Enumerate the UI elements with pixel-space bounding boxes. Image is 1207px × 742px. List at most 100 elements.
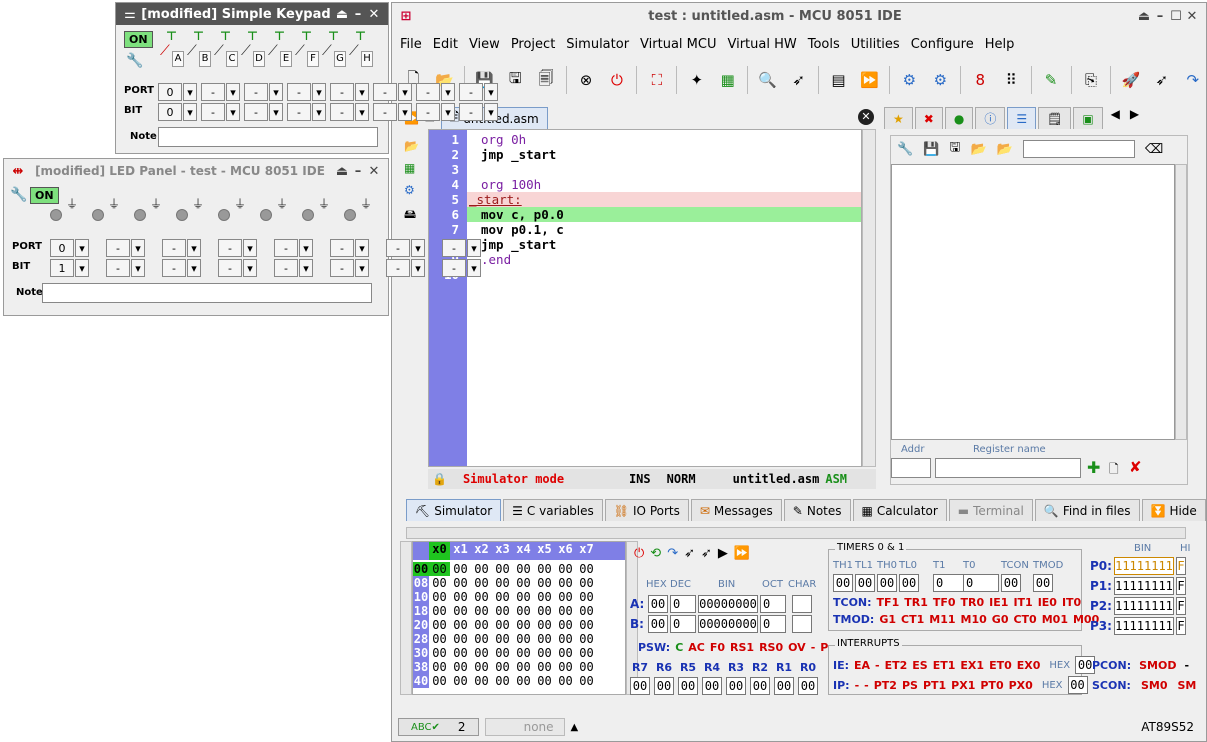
ledpanel-note-input[interactable] (42, 283, 372, 303)
memory-cell[interactable]: 00 (513, 632, 534, 646)
step-over-icon[interactable]: ↷ (1179, 67, 1206, 94)
animate-icon[interactable]: ➶ (701, 546, 712, 561)
psw-bit[interactable]: OV (788, 641, 806, 654)
ledpanel-bit-select[interactable]: - ▾ (106, 259, 146, 277)
keypad-key[interactable]: B (199, 51, 211, 67)
keypad-bit-select[interactable]: - ▾ (373, 103, 413, 121)
memory-cell[interactable]: 00 (429, 604, 450, 618)
keypad-config-icon[interactable]: 🔧 (126, 53, 143, 69)
reg-b-dec[interactable]: 0 (670, 615, 696, 633)
list-tab[interactable]: ☰ (1007, 107, 1037, 129)
tab-io-ports[interactable]: ⛓ IO Ports (604, 499, 689, 521)
open-icon[interactable]: 📂 (404, 139, 426, 153)
tcon-bit[interactable]: IE1 (989, 596, 1008, 609)
memory-cell[interactable]: 00 (534, 590, 555, 604)
add-icon[interactable]: ✚ (1087, 458, 1100, 477)
ip-bit[interactable]: PX1 (951, 679, 975, 692)
memory-cell[interactable]: 00 (534, 646, 555, 660)
memory-cell[interactable]: 00 (576, 618, 597, 632)
memory-cell[interactable]: 00 (471, 562, 492, 576)
reg-a-dec[interactable]: 0 (670, 595, 696, 613)
memory-cell[interactable]: 00 (450, 646, 471, 660)
ie-bit[interactable]: EX1 (960, 659, 984, 672)
memory-cell[interactable]: 00 (450, 660, 471, 674)
step-icon[interactable]: ➶ (684, 546, 695, 561)
tab-simulator[interactable]: ⛏ Simulator (406, 499, 502, 521)
keypad-titlebar[interactable]: ⚌ [modified] Simple Keypad ⏏ – ✕ (116, 3, 388, 25)
reg-a-char[interactable] (792, 595, 812, 613)
port-hex[interactable]: F (1176, 557, 1186, 575)
register-name-input[interactable] (935, 458, 1081, 478)
memory-cell[interactable]: 00 (492, 618, 513, 632)
tcon-bit[interactable]: IT1 (1013, 596, 1032, 609)
close-editor-icon[interactable]: ✕ (858, 109, 874, 125)
memory-cell[interactable]: 00 (555, 674, 576, 688)
tcon-bit[interactable]: TF1 (877, 596, 900, 609)
memory-cell[interactable]: 00 (429, 562, 450, 576)
ledpanel-port-select[interactable]: 0 ▾ (50, 239, 90, 257)
tab-next-icon[interactable]: ▶ (1130, 107, 1139, 133)
memory-cell[interactable]: 00 (555, 576, 576, 590)
memory-cell[interactable]: 00 (534, 562, 555, 576)
reg-b-hex[interactable]: 00 (648, 615, 668, 633)
memory-cell[interactable]: 00 (513, 646, 534, 660)
run-icon[interactable]: ▶ (718, 546, 728, 561)
r-register-value[interactable]: 00 (750, 677, 770, 695)
ip-bit[interactable]: PT2 (874, 679, 897, 692)
watch-scrollbar[interactable] (1175, 164, 1187, 440)
editor-scrollbar[interactable] (862, 129, 876, 467)
reg-b-oct[interactable]: 0 (760, 615, 786, 633)
memory-cell[interactable]: 00 (513, 562, 534, 576)
memory-cell[interactable]: 00 (471, 674, 492, 688)
memory-cell[interactable]: 00 (555, 660, 576, 674)
menu-configure[interactable]: Configure (911, 37, 974, 52)
step-one-icon[interactable]: ⚙ (927, 67, 954, 94)
led-matrix-icon[interactable]: ⠿ (998, 67, 1025, 94)
ledpanel-bit-select[interactable]: - ▾ (218, 259, 258, 277)
step-over-icon[interactable]: ↷ (667, 546, 678, 561)
memory-cell[interactable]: 00 (429, 646, 450, 660)
bottom-hscroll[interactable] (406, 527, 1186, 539)
tmod-bit[interactable]: G1 (879, 613, 896, 626)
scon-bit[interactable]: SM (1177, 679, 1196, 692)
ledpanel-port-select[interactable]: - ▾ (330, 239, 370, 257)
tab-find-in-files[interactable]: 🔍 Find in files (1034, 499, 1140, 521)
psw-bit[interactable]: AC (688, 641, 705, 654)
memory-cell[interactable]: 00 (513, 576, 534, 590)
open-icon[interactable]: 📂 (970, 142, 986, 157)
save-as-icon[interactable]: 🖫 (502, 67, 529, 94)
memory-cell[interactable]: 00 (471, 618, 492, 632)
ip-bit[interactable]: PS (902, 679, 918, 692)
port-hex[interactable]: F (1176, 577, 1186, 595)
spellcheck-button[interactable]: ABC✔ 2 (398, 718, 479, 736)
copy-icon[interactable]: 🗋 (1109, 460, 1119, 481)
step-icon[interactable]: ➶ (1148, 67, 1175, 94)
menu-project[interactable]: Project (511, 37, 555, 52)
menu-virtual-hw[interactable]: Virtual HW (727, 37, 796, 52)
tmod-bit[interactable]: M10 (961, 613, 987, 626)
keypad-switch-icon[interactable]: ⟋ (322, 43, 332, 59)
hardware-icon[interactable]: 🖴 (404, 205, 426, 226)
keypad-key[interactable]: E (280, 51, 292, 67)
keypad-port-select[interactable]: - ▾ (416, 83, 456, 101)
sfr-tab[interactable]: ▣ (1073, 107, 1103, 129)
memory-cell[interactable]: 00 (513, 618, 534, 632)
memory-cell[interactable]: 00 (492, 660, 513, 674)
memory-cell[interactable]: 00 (450, 674, 471, 688)
r-register-value[interactable]: 00 (726, 677, 746, 695)
keypad-switch-icon[interactable]: ⟋ (214, 43, 224, 59)
shade-icon[interactable]: ⏏ (334, 7, 350, 22)
keypad-bit-select[interactable]: - ▾ (459, 103, 499, 121)
tmod-bit[interactable]: G0 (992, 613, 1009, 626)
keypad-port-select[interactable]: - ▾ (244, 83, 284, 101)
remove-icon[interactable]: ✘ (1129, 458, 1142, 476)
memory-cell[interactable]: 00 (492, 674, 513, 688)
main-titlebar[interactable]: ⊞ test : untitled.asm - MCU 8051 IDE ⏏ –… (392, 3, 1206, 29)
memory-cell[interactable]: 00 (555, 590, 576, 604)
clear-search-icon[interactable]: ⌫ (1145, 142, 1163, 157)
run-fast-icon[interactable]: ⏩ (734, 546, 750, 561)
timer-value[interactable]: 00 (877, 574, 897, 592)
keypad-port-select[interactable]: - ▾ (373, 83, 413, 101)
reg-a-bin[interactable]: 00000000 (698, 595, 758, 613)
timer-value[interactable]: 00 (833, 574, 853, 592)
